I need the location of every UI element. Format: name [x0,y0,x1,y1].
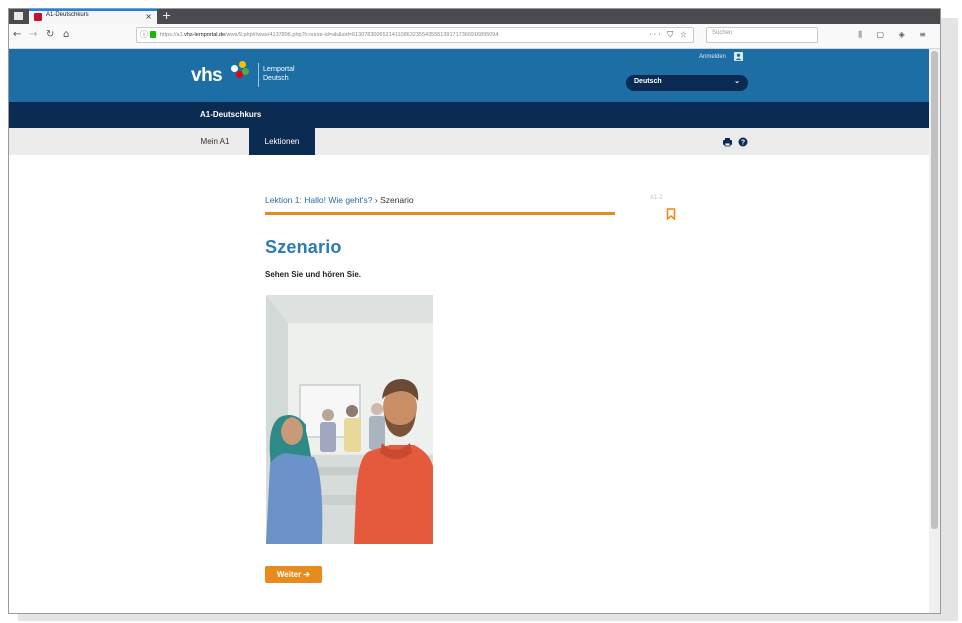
course-bar: A1-Deutschkurs [9,102,930,128]
vhs-logo[interactable]: vhs [191,65,223,87]
level-label: A1-2 [650,195,663,201]
tab-tools: ? [723,137,748,147]
lesson-progress-bar [265,212,615,215]
browser-tab[interactable]: A1-Deutschkurs × [29,9,157,24]
svg-text:?: ? [741,140,745,147]
tab-mein-a1[interactable]: Mein A1 [190,128,240,155]
address-bar[interactable]: ⓘ https://a1.vhs-lernportal.de/wws/9.php… [136,27,694,43]
language-select[interactable]: Deutsch ⌄ [626,75,748,91]
toolbar-icons[interactable]: ⫼ ▢ ◈ ≡ [858,27,932,43]
breadcrumb: Lektion 1: Hallo! Wie geht's? › Szenario [265,195,414,205]
search-input[interactable]: Suchen [706,27,818,43]
login-link[interactable]: Anmelden [699,54,726,60]
new-tab-button[interactable]: + [162,9,171,23]
tab-strip: A1-Deutschkurs × + [9,9,940,24]
language-value: Deutsch [634,78,662,85]
favicon-icon [34,13,42,21]
instruction-text: Sehen Sie und hören Sie. [265,270,362,279]
tab-close-button[interactable]: × [145,11,152,23]
breadcrumb-link[interactable]: Lektion 1: Hallo! Wie geht's? [265,195,372,205]
forward-icon[interactable]: → [29,27,37,43]
reload-icon[interactable]: ↻ [46,27,54,43]
tab-lektionen[interactable]: Lektionen [249,128,315,155]
scrollbar-thumb[interactable] [931,51,938,529]
breadcrumb-separator: › [374,195,378,205]
breadcrumb-current: Szenario [380,195,414,205]
print-icon[interactable] [723,138,732,147]
page-scrollbar[interactable] [929,49,940,613]
url-text[interactable]: https://a1.vhs-lernportal.de/wws/9.php#/… [160,30,655,40]
bookmark-icon[interactable] [666,208,676,220]
tab-menu-icon[interactable] [14,12,23,20]
page-viewport: vhs Lernportal Deutsch Anmelden Deutsch … [9,49,930,613]
site-header: vhs Lernportal Deutsch Anmelden Deutsch … [9,49,930,102]
chevron-down-icon: ⌄ [734,78,740,85]
user-icon[interactable] [734,52,743,61]
course-title[interactable]: A1-Deutschkurs [200,110,261,119]
page-actions-icon[interactable]: ··· ⛉ ☆ [649,29,689,41]
weiter-button[interactable]: Weiter ➔ [265,566,322,583]
lock-icon [150,31,156,38]
site-info-icon[interactable]: ⓘ [140,29,148,41]
home-icon[interactable]: ⌂ [63,27,69,43]
back-icon[interactable]: ← [13,27,21,43]
help-icon[interactable]: ? [738,137,748,147]
logo-divider [258,63,259,87]
search-placeholder: Suchen [712,30,733,36]
page-tabs: Mein A1 Lektionen ? [9,128,930,155]
navigation-bar: ← → ↻ ⌂ ⓘ https://a1.vhs-lernportal.de/w… [9,24,940,49]
page-title: Szenario [265,237,342,257]
tab-title: A1-Deutschkurs [46,12,89,18]
logo-dots-icon [231,61,249,79]
scenario-illustration[interactable] [266,295,433,544]
logo-text: Lernportal Deutsch [263,66,295,82]
browser-window: A1-Deutschkurs × + ← → ↻ ⌂ ⓘ https://a1.… [8,8,941,614]
